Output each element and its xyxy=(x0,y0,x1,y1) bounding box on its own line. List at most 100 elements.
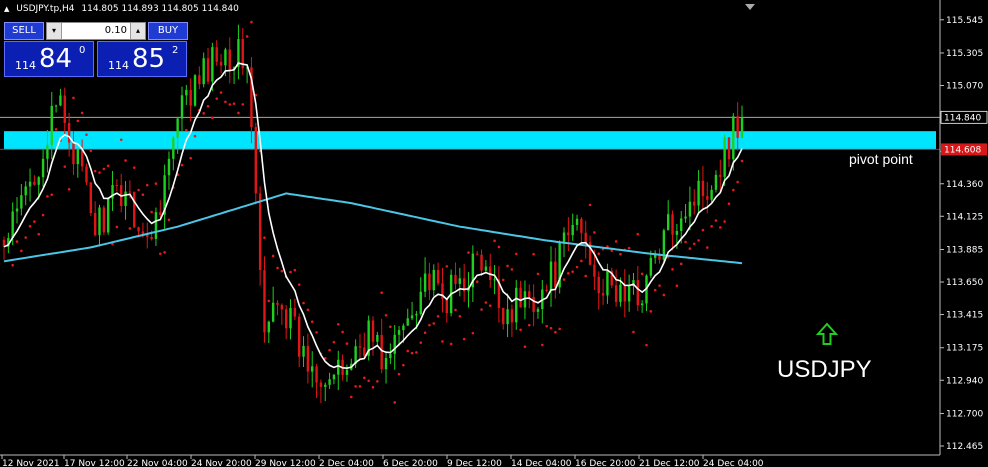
sar-dot xyxy=(527,323,531,327)
sar-dot xyxy=(692,242,696,246)
candle-body xyxy=(59,95,62,106)
candle-body xyxy=(619,284,622,302)
candle-body xyxy=(328,379,331,385)
scroll-shift-triangle-icon[interactable] xyxy=(745,4,755,10)
candle-body xyxy=(63,95,66,124)
candle-body xyxy=(580,218,583,233)
candle-body xyxy=(124,191,127,206)
sar-dot xyxy=(336,322,340,326)
sar-dot xyxy=(688,247,692,250)
candle-body xyxy=(480,254,483,271)
sar-dot xyxy=(154,182,158,185)
sar-dot xyxy=(536,272,540,276)
candle-body xyxy=(419,291,422,315)
one-click-trade-panel: SELL ▾ 0.10 ▴ BUY 114 84 0 114 85 2 xyxy=(4,22,188,78)
candle-body xyxy=(402,325,405,331)
sar-dot xyxy=(658,284,661,287)
sell-price-quote[interactable]: 114 84 0 xyxy=(4,41,94,77)
candle-body xyxy=(510,309,514,323)
candle-body xyxy=(98,207,101,236)
sar-dot xyxy=(37,232,41,236)
candle-body xyxy=(406,318,409,326)
buy-price-pips: 85 xyxy=(132,44,166,74)
sar-dot xyxy=(640,272,644,276)
sar-dot xyxy=(332,340,336,344)
sar-dot xyxy=(580,259,583,263)
price-tick-label: 112.940 xyxy=(946,376,983,386)
sar-dot xyxy=(671,268,674,271)
sar-dot xyxy=(106,164,110,168)
candle-body xyxy=(224,49,227,66)
sar-dot xyxy=(46,195,49,198)
sar-dot xyxy=(271,254,275,258)
time-tick-label: 29 Nov 12:00 xyxy=(255,459,316,467)
candle-body xyxy=(493,279,496,281)
sar-dot xyxy=(475,280,479,284)
sar-dot xyxy=(705,246,709,249)
candle-body xyxy=(584,232,587,243)
candle-body xyxy=(54,105,58,107)
sar-dot xyxy=(293,268,297,272)
sar-dot xyxy=(358,385,362,388)
candle-body xyxy=(688,201,692,217)
sar-dot xyxy=(510,268,514,271)
lot-size-field[interactable]: ▾ 0.10 ▴ xyxy=(46,22,146,40)
candle-body xyxy=(575,218,579,225)
sar-dot xyxy=(72,96,75,100)
candle-body xyxy=(276,302,279,305)
candle-body xyxy=(50,105,53,145)
sell-price-fraction: 0 xyxy=(79,45,86,56)
candle-body xyxy=(371,320,375,342)
sar-dot xyxy=(289,270,292,274)
candle-body xyxy=(627,286,631,302)
candle-body xyxy=(697,180,700,206)
candle-body xyxy=(280,304,284,310)
current-price-tag-label: 114.840 xyxy=(944,113,981,123)
price-tick-label: 115.545 xyxy=(946,16,983,26)
sar-dot xyxy=(627,246,631,250)
buy-button[interactable]: BUY xyxy=(148,22,188,40)
sar-dot xyxy=(349,395,353,399)
lot-increase-icon[interactable]: ▴ xyxy=(130,23,145,39)
candle-body xyxy=(719,174,722,177)
sar-dot xyxy=(488,304,492,307)
candle-body xyxy=(445,299,448,314)
sar-dot xyxy=(245,35,249,38)
candle-body xyxy=(740,117,744,138)
candle-body xyxy=(571,224,574,236)
price-tick-label: 114.360 xyxy=(946,180,983,190)
candle-body xyxy=(528,291,531,297)
candle-body xyxy=(332,374,336,380)
pivot-price-tag-label: 114.608 xyxy=(944,145,981,155)
sar-dot xyxy=(462,337,466,341)
collapse-triangle-icon[interactable]: ▲ xyxy=(4,5,9,13)
sar-dot xyxy=(341,330,344,334)
sar-dot xyxy=(124,159,127,162)
sar-dot xyxy=(371,385,375,389)
sar-dot xyxy=(80,111,84,115)
sar-dot xyxy=(85,133,88,136)
sar-dot xyxy=(315,331,318,334)
candle-body xyxy=(11,211,14,238)
sar-dot xyxy=(441,340,444,343)
time-tick-label: 14 Dec 04:00 xyxy=(511,459,572,467)
candle-body xyxy=(684,216,687,219)
sar-dot xyxy=(306,308,310,312)
sar-dot xyxy=(402,363,405,367)
candle-body xyxy=(76,148,79,165)
candle-body xyxy=(519,287,522,308)
sar-dot xyxy=(593,231,596,234)
candle-body xyxy=(515,287,518,323)
candle-body xyxy=(358,346,362,348)
sell-button[interactable]: SELL xyxy=(4,22,44,40)
sar-dot xyxy=(345,342,349,345)
sar-dot xyxy=(241,103,245,106)
lot-decrease-icon[interactable]: ▾ xyxy=(47,23,62,39)
sar-dot xyxy=(302,301,305,305)
sar-dot xyxy=(215,97,219,100)
candle-body xyxy=(337,359,340,375)
candle-body xyxy=(723,137,726,177)
buy-price-quote[interactable]: 114 85 2 xyxy=(97,41,187,77)
up-arrow-icon xyxy=(816,322,838,345)
time-tick-label: 21 Dec 12:00 xyxy=(639,459,700,467)
